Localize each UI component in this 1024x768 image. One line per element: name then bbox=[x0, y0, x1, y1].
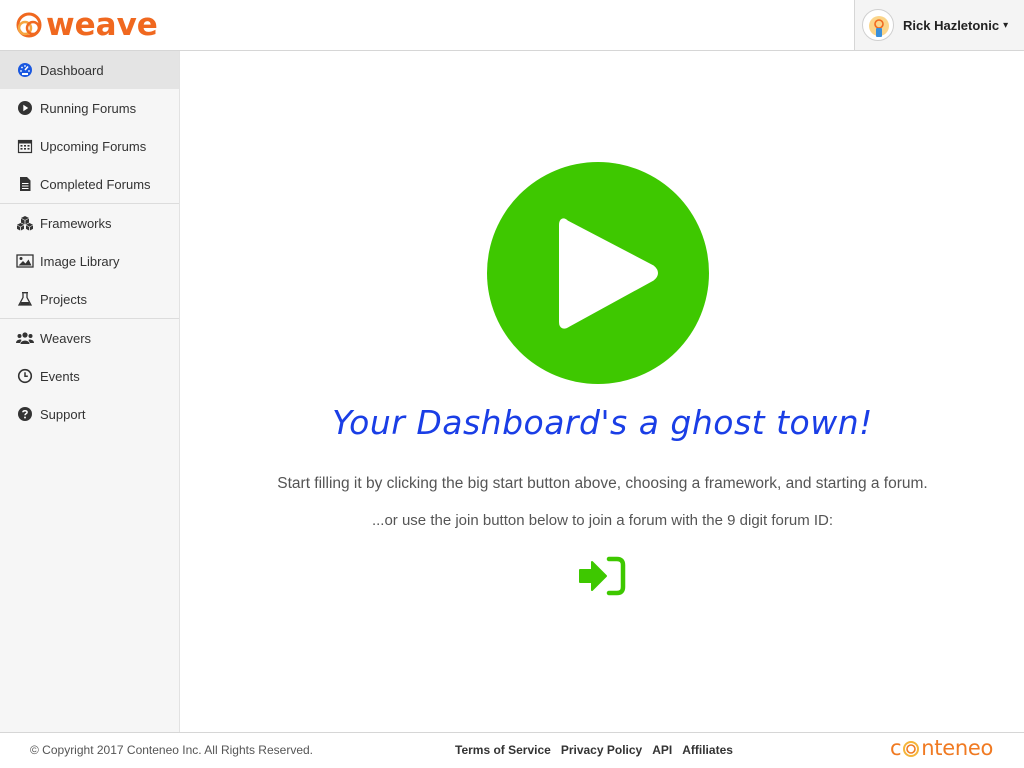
nav-group-forums: Dashboard Running Forums Upcoming Forums… bbox=[0, 51, 179, 204]
weave-logo-icon bbox=[16, 12, 42, 38]
sidebar-item-running-forums[interactable]: Running Forums bbox=[0, 89, 179, 127]
start-forum-button[interactable] bbox=[486, 161, 710, 385]
empty-state-heading: Your Dashboard's a ghost town! bbox=[332, 403, 873, 442]
sidebar-item-support[interactable]: Support bbox=[0, 395, 179, 433]
conteneo-ring-icon bbox=[903, 741, 920, 757]
terms-of-service-link[interactable]: Terms of Service bbox=[455, 743, 551, 757]
conteneo-logo-suffix: nteneo bbox=[921, 736, 993, 760]
sidebar-item-label: Projects bbox=[40, 291, 87, 307]
users-icon bbox=[16, 329, 34, 347]
sidebar-item-label: Completed Forums bbox=[40, 176, 151, 192]
sidebar-item-label: Dashboard bbox=[40, 62, 104, 78]
avatar-icon bbox=[869, 16, 889, 37]
user-menu[interactable]: Rick Hazletonic ▾ bbox=[854, 0, 1024, 50]
flask-icon bbox=[16, 290, 34, 308]
clock-icon bbox=[16, 367, 34, 385]
sidebar-item-completed-forums[interactable]: Completed Forums bbox=[0, 165, 179, 203]
question-circle-icon bbox=[16, 405, 34, 423]
sidebar-item-projects[interactable]: Projects bbox=[0, 280, 179, 318]
image-icon bbox=[16, 252, 34, 270]
conteneo-logo[interactable]: c nteneo bbox=[890, 736, 993, 760]
main-content: Your Dashboard's a ghost town! Start fil… bbox=[181, 51, 1024, 732]
join-instructions: ...or use the join button below to join … bbox=[371, 512, 834, 529]
document-icon bbox=[16, 175, 34, 193]
cubes-icon bbox=[16, 214, 34, 232]
sidebar-item-upcoming-forums[interactable]: Upcoming Forums bbox=[0, 127, 179, 165]
copyright-text: © Copyright 2017 Conteneo Inc. All Right… bbox=[30, 743, 313, 757]
sidebar-item-label: Weavers bbox=[40, 330, 92, 346]
top-header: weave Rick Hazletonic ▾ bbox=[0, 0, 1024, 51]
sidebar-item-weavers[interactable]: Weavers bbox=[0, 319, 179, 357]
conteneo-logo-prefix: c bbox=[890, 736, 902, 760]
play-circle-icon bbox=[487, 162, 709, 384]
play-circle-icon bbox=[16, 99, 34, 117]
avatar bbox=[862, 9, 894, 41]
sidebar-item-label: Image Library bbox=[40, 253, 120, 269]
nav-group-library: Frameworks Image Library Projects bbox=[0, 204, 179, 319]
join-forum-button[interactable] bbox=[579, 556, 627, 596]
calendar-icon bbox=[16, 137, 34, 155]
dashboard-icon bbox=[16, 61, 34, 79]
sidebar-item-frameworks[interactable]: Frameworks bbox=[0, 204, 179, 242]
weave-logo[interactable]: weave bbox=[14, 5, 158, 45]
sidebar-item-dashboard[interactable]: Dashboard bbox=[0, 51, 179, 89]
sign-in-icon bbox=[579, 556, 626, 596]
user-name: Rick Hazletonic bbox=[903, 17, 1000, 33]
sidebar-item-label: Upcoming Forums bbox=[40, 138, 147, 154]
sidebar-item-label: Events bbox=[40, 368, 80, 384]
sidebar-item-label: Support bbox=[40, 406, 86, 422]
sidebar: Dashboard Running Forums Upcoming Forums… bbox=[0, 51, 180, 732]
affiliates-link[interactable]: Affiliates bbox=[682, 743, 733, 757]
sidebar-item-image-library[interactable]: Image Library bbox=[0, 242, 179, 280]
footer-links: Terms of Service Privacy Policy API Affi… bbox=[455, 743, 733, 757]
sidebar-item-events[interactable]: Events bbox=[0, 357, 179, 395]
api-link[interactable]: API bbox=[652, 743, 672, 757]
footer: © Copyright 2017 Conteneo Inc. All Right… bbox=[0, 732, 1024, 768]
nav-group-community: Weavers Events Support bbox=[0, 319, 179, 433]
privacy-policy-link[interactable]: Privacy Policy bbox=[561, 743, 642, 757]
sidebar-item-label: Frameworks bbox=[40, 215, 112, 231]
chevron-down-icon: ▾ bbox=[1003, 19, 1009, 31]
logo-text: weave bbox=[46, 7, 158, 43]
sidebar-item-label: Running Forums bbox=[40, 100, 137, 116]
empty-state-instructions: Start filling it by clicking the big sta… bbox=[277, 475, 928, 492]
